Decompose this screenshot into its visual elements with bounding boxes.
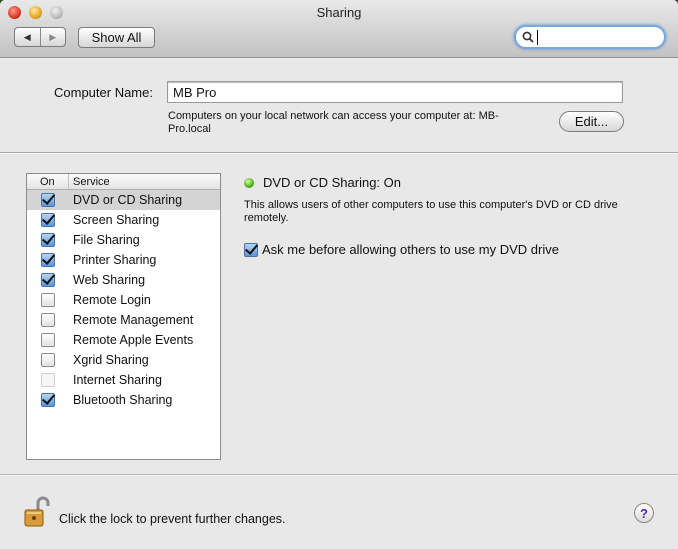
footer-divider-highlight bbox=[0, 475, 678, 476]
service-row[interactable]: File Sharing bbox=[27, 230, 220, 250]
service-row[interactable]: Remote Management bbox=[27, 310, 220, 330]
service-checkbox[interactable] bbox=[41, 273, 55, 287]
column-header-service[interactable]: Service bbox=[69, 174, 110, 189]
computer-address-description: Computers on your local network can acce… bbox=[168, 110, 499, 135]
service-name: Xgrid Sharing bbox=[73, 353, 149, 367]
service-name: Printer Sharing bbox=[73, 253, 157, 267]
forward-arrow-icon: ▶ bbox=[49, 31, 57, 42]
search-icon bbox=[522, 31, 534, 43]
divider-highlight bbox=[0, 153, 678, 154]
service-row[interactable]: DVD or CD Sharing bbox=[27, 190, 220, 210]
ask-before-allowing-label[interactable]: Ask me before allowing others to use my … bbox=[262, 242, 559, 257]
service-checkbox bbox=[41, 373, 55, 387]
service-name: Bluetooth Sharing bbox=[73, 393, 173, 407]
back-arrow-icon: ◀ bbox=[23, 31, 31, 42]
services-list-header: On Service bbox=[27, 174, 220, 190]
service-name: File Sharing bbox=[73, 233, 140, 247]
service-description: This allows users of other computers to … bbox=[244, 199, 618, 224]
service-checkbox[interactable] bbox=[41, 293, 55, 307]
services-list: On Service DVD or CD Sharing Screen Shari… bbox=[26, 173, 221, 460]
service-status-text: DVD or CD Sharing: On bbox=[263, 175, 401, 190]
help-button[interactable]: ? bbox=[634, 503, 654, 523]
text-caret bbox=[537, 30, 538, 45]
search-field[interactable] bbox=[514, 25, 666, 49]
service-checkbox[interactable] bbox=[41, 213, 55, 227]
computer-name-label: Computer Name: bbox=[54, 85, 153, 100]
forward-button[interactable]: ▶ bbox=[41, 28, 66, 46]
service-row[interactable]: Remote Apple Events bbox=[27, 330, 220, 350]
status-indicator-icon bbox=[244, 178, 254, 188]
service-checkbox[interactable] bbox=[41, 313, 55, 327]
lock-instruction-text: Click the lock to prevent further change… bbox=[59, 512, 286, 526]
toolbar: Sharing ◀ ▶ Show All bbox=[0, 0, 678, 58]
computer-name-field[interactable]: MB Pro bbox=[167, 81, 623, 103]
service-rows: DVD or CD Sharing Screen Sharing File Shar… bbox=[27, 190, 220, 410]
service-row[interactable]: Web Sharing bbox=[27, 270, 220, 290]
service-checkbox[interactable] bbox=[41, 193, 55, 207]
ask-before-allowing-checkbox[interactable] bbox=[244, 243, 258, 257]
service-name: Web Sharing bbox=[73, 273, 146, 287]
service-name: Remote Login bbox=[73, 293, 151, 307]
service-row[interactable]: Screen Sharing bbox=[27, 210, 220, 230]
service-name: Remote Management bbox=[73, 313, 194, 327]
service-row[interactable]: Internet Sharing bbox=[27, 370, 220, 390]
unlocked-padlock-icon[interactable] bbox=[24, 496, 50, 528]
column-header-on[interactable]: On bbox=[27, 174, 69, 189]
back-forward-buttons: ◀ ▶ bbox=[14, 27, 66, 47]
service-checkbox[interactable] bbox=[41, 353, 55, 367]
sharing-window: Sharing ◀ ▶ Show All Computer Name: MB P… bbox=[0, 0, 678, 549]
back-button[interactable]: ◀ bbox=[15, 28, 41, 46]
service-name: DVD or CD Sharing bbox=[73, 193, 183, 207]
service-checkbox[interactable] bbox=[41, 333, 55, 347]
service-row[interactable]: Remote Login bbox=[27, 290, 220, 310]
service-name: Screen Sharing bbox=[73, 213, 160, 227]
help-icon: ? bbox=[640, 505, 648, 521]
window-title: Sharing bbox=[316, 5, 362, 20]
show-all-button[interactable]: Show All bbox=[78, 27, 155, 48]
service-checkbox[interactable] bbox=[41, 253, 55, 267]
search-input[interactable] bbox=[536, 29, 660, 45]
service-name: Internet Sharing bbox=[73, 373, 162, 387]
edit-button[interactable]: Edit... bbox=[559, 111, 624, 132]
service-row[interactable]: Xgrid Sharing bbox=[27, 350, 220, 370]
service-row[interactable]: Printer Sharing bbox=[27, 250, 220, 270]
service-row[interactable]: Bluetooth Sharing bbox=[27, 390, 220, 410]
service-name: Remote Apple Events bbox=[73, 333, 194, 347]
service-checkbox[interactable] bbox=[41, 393, 55, 407]
service-checkbox[interactable] bbox=[41, 233, 55, 247]
